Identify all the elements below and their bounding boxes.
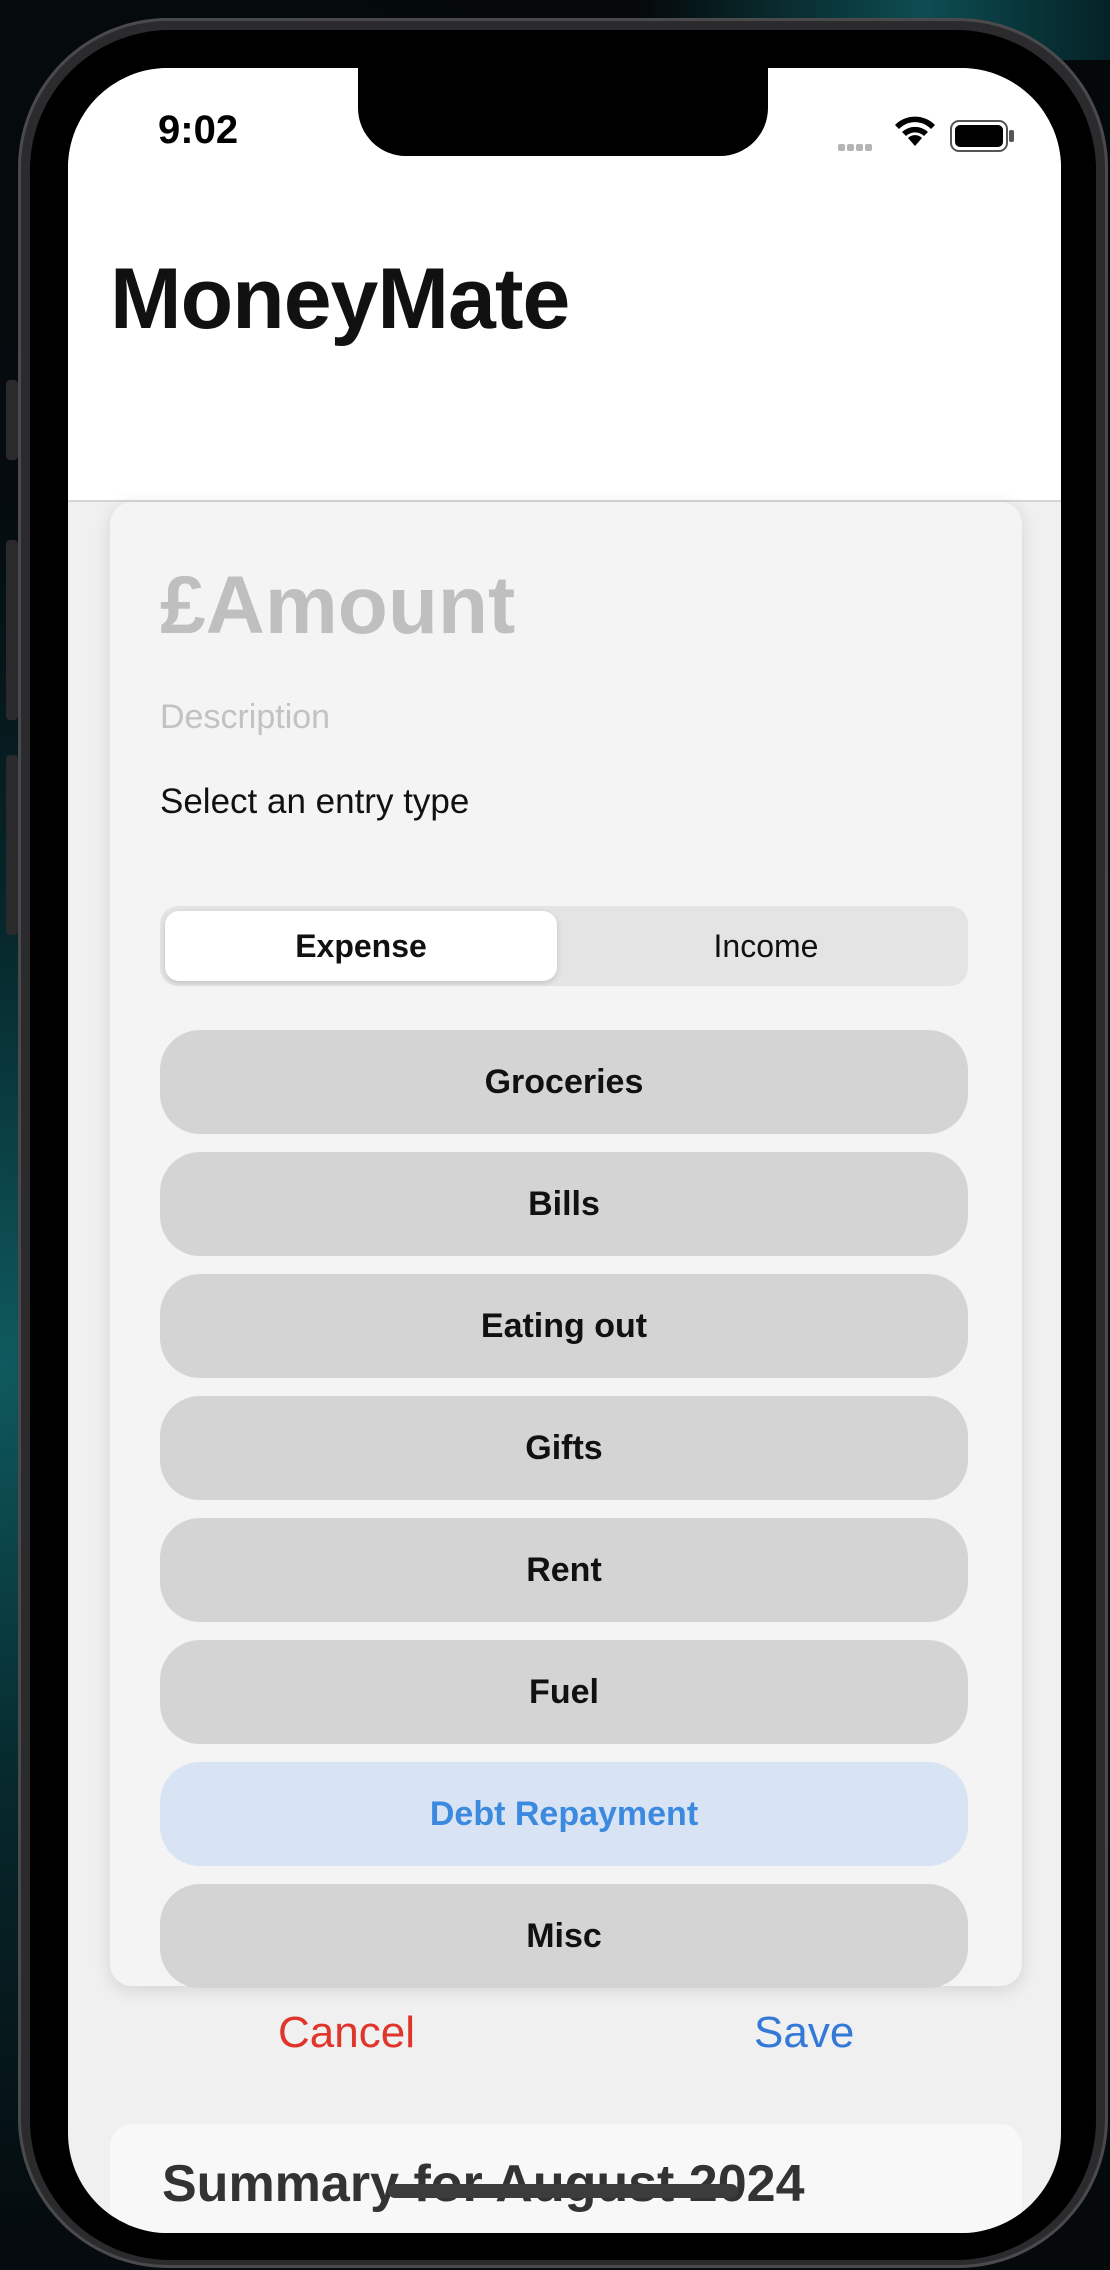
save-button[interactable]: Save xyxy=(754,2008,854,2058)
amount-input[interactable] xyxy=(160,556,960,656)
category-button-misc[interactable]: Misc xyxy=(160,1884,968,1988)
page-title: MoneyMate xyxy=(110,251,570,347)
camera-notch xyxy=(358,68,768,156)
category-button-groceries[interactable]: Groceries xyxy=(160,1030,968,1134)
battery-icon xyxy=(950,120,1014,152)
volume-up-button xyxy=(6,540,18,720)
category-button-gifts[interactable]: Gifts xyxy=(160,1396,968,1500)
category-button-bills[interactable]: Bills xyxy=(160,1152,968,1256)
entry-type-segmented-control: Expense Income xyxy=(160,906,968,986)
category-button-debt-repayment[interactable]: Debt Repayment xyxy=(160,1762,968,1866)
category-button-fuel[interactable]: Fuel xyxy=(160,1640,968,1744)
description-input[interactable] xyxy=(160,694,960,740)
category-button-eating-out[interactable]: Eating out xyxy=(160,1274,968,1378)
phone-screen: 9:02 MoneyMate Select an entry type Expe… xyxy=(68,68,1061,2233)
new-entry-form-card: Select an entry type Expense Income Groc… xyxy=(110,502,1022,1988)
segment-income[interactable]: Income xyxy=(570,911,962,981)
segment-expense[interactable]: Expense xyxy=(165,911,557,981)
status-time: 9:02 xyxy=(158,108,239,152)
mute-switch xyxy=(6,380,18,460)
wifi-icon xyxy=(895,116,935,146)
entry-type-label: Select an entry type xyxy=(160,782,470,821)
cellular-signal-icon xyxy=(838,138,874,156)
home-indicator[interactable] xyxy=(388,2184,738,2198)
cancel-button[interactable]: Cancel xyxy=(278,2008,415,2058)
volume-down-button xyxy=(6,755,18,935)
summary-card: Summary for August 2024 xyxy=(110,2124,1022,2233)
category-button-rent[interactable]: Rent xyxy=(160,1518,968,1622)
